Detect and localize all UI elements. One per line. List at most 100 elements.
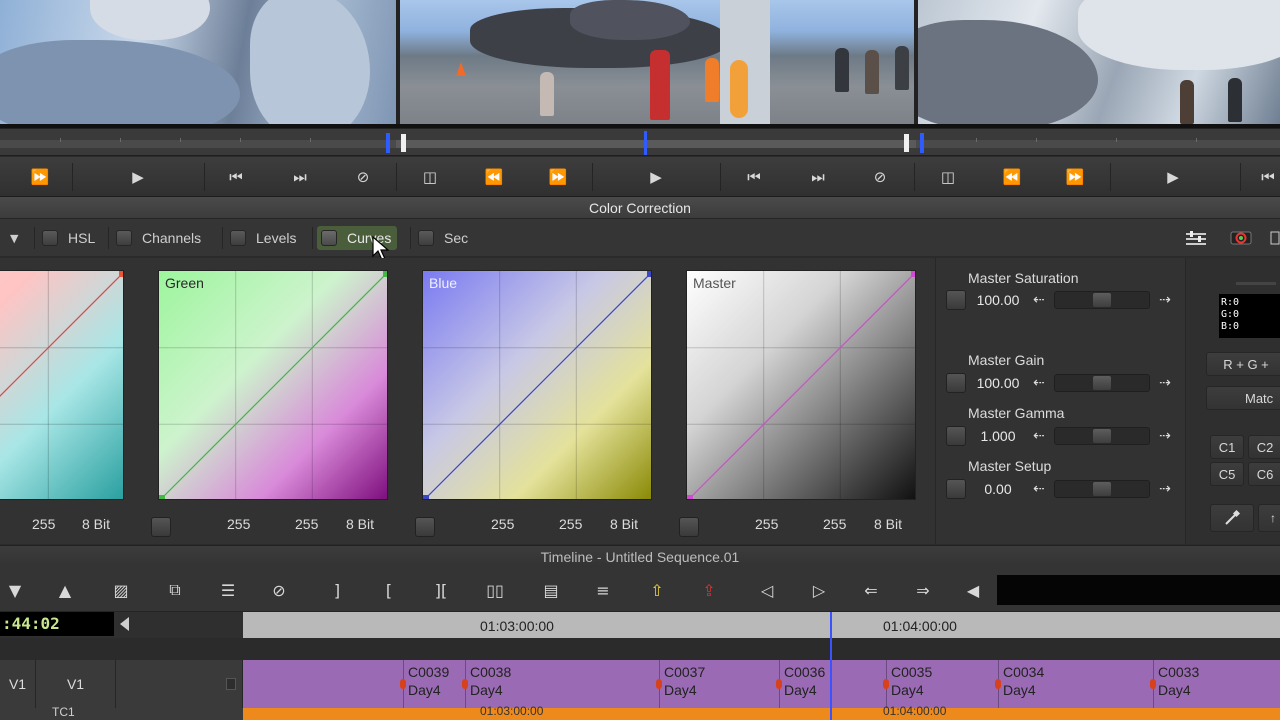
slider-knob[interactable] xyxy=(1093,482,1111,496)
tab-sec[interactable]: Sec xyxy=(418,226,468,250)
master-control-checkbox[interactable] xyxy=(946,426,966,446)
timeline-clip[interactable]: C0036 Day4 xyxy=(779,660,886,708)
arrow-right-icon[interactable]: ⇢ xyxy=(1156,481,1174,497)
levels-enable-checkbox[interactable] xyxy=(230,230,246,246)
clip-edit-point[interactable] xyxy=(776,679,782,689)
grid-icon[interactable] xyxy=(1270,226,1280,250)
extra-tool-button[interactable]: ↑ xyxy=(1258,504,1280,532)
expand-tracks-icon[interactable]: ≡ xyxy=(588,578,618,602)
track-record-label[interactable]: V1 xyxy=(0,660,36,708)
master-control-checkbox[interactable] xyxy=(946,373,966,393)
blue-curve-graph[interactable]: Blue xyxy=(422,270,652,500)
gang-icon[interactable]: ▨ xyxy=(106,578,136,602)
master-control-value[interactable]: 100.00 xyxy=(966,292,1030,308)
record-position-indicator[interactable] xyxy=(644,131,647,155)
rewind-icon[interactable]: ⏪ xyxy=(478,164,510,190)
color-wheel-icon[interactable] xyxy=(1230,226,1252,250)
fast-forward-preview-icon[interactable]: ⏩ xyxy=(1059,164,1091,190)
c5-button[interactable]: C5 xyxy=(1210,462,1244,486)
slider-knob[interactable] xyxy=(1093,293,1111,307)
record-scrub-bar[interactable] xyxy=(396,128,916,156)
c1-button[interactable]: C1 xyxy=(1210,435,1244,459)
clip-edit-point[interactable] xyxy=(995,679,1001,689)
go-to-out-icon[interactable]: ⏭ xyxy=(284,164,316,190)
green-reset-checkbox[interactable] xyxy=(151,517,171,537)
clip-edit-point[interactable] xyxy=(656,679,662,689)
blue-reset-checkbox[interactable] xyxy=(415,517,435,537)
preview-scrub-bar[interactable] xyxy=(916,128,1280,156)
tab-levels[interactable]: Levels xyxy=(230,226,296,250)
sync-lock-icon[interactable]: ☰ xyxy=(213,578,243,602)
split-view-icon[interactable]: ◫ xyxy=(414,164,446,190)
tab-hsl[interactable]: HSL xyxy=(42,226,95,250)
play-record-icon[interactable]: ▶ xyxy=(640,164,672,190)
sec-enable-checkbox[interactable] xyxy=(418,230,434,246)
rewind-preview-icon[interactable]: ⏪ xyxy=(996,164,1028,190)
match-button[interactable]: Matc xyxy=(1206,386,1280,410)
timeline-clip[interactable]: C0035 Day4 xyxy=(886,660,998,708)
trim-right-icon[interactable]: ▷ xyxy=(804,578,834,602)
play-preview-icon[interactable]: ▶ xyxy=(1157,164,1189,190)
master-curve-graph[interactable]: Master xyxy=(686,270,916,500)
slider-knob[interactable] xyxy=(1093,376,1111,390)
fast-forward-icon[interactable]: ⏩ xyxy=(24,164,56,190)
arrow-left-icon[interactable]: ⇠ xyxy=(1030,428,1048,444)
curves-enable-checkbox[interactable] xyxy=(321,230,337,246)
clip-edit-point[interactable] xyxy=(400,679,406,689)
clear-in-out-icon[interactable]: ⊘ xyxy=(264,578,294,602)
timeline-clip[interactable]: C0038 Day4 xyxy=(465,660,659,708)
rg-button[interactable]: R + G + xyxy=(1206,352,1280,376)
master-control-slider[interactable] xyxy=(1054,374,1150,392)
go-to-in-record-icon[interactable]: ⏮ xyxy=(738,164,770,190)
master-control-slider[interactable] xyxy=(1054,291,1150,309)
arrow-left-icon[interactable]: ⇠ xyxy=(1030,292,1048,308)
master-control-value[interactable]: 1.000 xyxy=(966,428,1030,444)
red-curve-graph[interactable] xyxy=(0,270,124,500)
timeline-clip[interactable]: C0039 Day4 xyxy=(403,660,465,708)
timeline-clip[interactable]: C0033 Day4 xyxy=(1153,660,1280,708)
master-control-checkbox[interactable] xyxy=(946,290,966,310)
go-to-in-icon[interactable]: ⏮ xyxy=(220,164,252,190)
timeline-clip[interactable]: C0037 Day4 xyxy=(659,660,779,708)
step-down-icon[interactable]: ▼ xyxy=(0,578,30,602)
collapse-tracks-icon[interactable]: ▤ xyxy=(536,578,566,602)
master-control-slider[interactable] xyxy=(1054,480,1150,498)
fast-forward-record-icon[interactable]: ⏩ xyxy=(542,164,574,190)
slider-knob[interactable] xyxy=(1093,429,1111,443)
panel-menu-button[interactable]: ▼ xyxy=(10,226,18,250)
audio-icon[interactable]: ◀ xyxy=(958,578,988,602)
clip-edit-point[interactable] xyxy=(462,679,468,689)
ruler-track[interactable]: 01:03:00:00 01:04:00:00 xyxy=(243,612,1280,638)
timeline-ruler[interactable]: :44:02 01:03:00:00 01:04:00:00 xyxy=(0,612,1280,638)
hsl-enable-checkbox[interactable] xyxy=(42,230,58,246)
clip-edit-point[interactable] xyxy=(1150,679,1156,689)
mark-clip-icon[interactable]: ][ xyxy=(426,578,456,602)
split-view-preview-icon[interactable]: ◫ xyxy=(932,164,964,190)
eyedropper-button[interactable] xyxy=(1210,504,1254,532)
extract-icon[interactable]: ⇪ xyxy=(694,578,724,602)
lift-icon[interactable]: ⇧ xyxy=(642,578,672,602)
timeline-clip[interactable]: C0034 Day4 xyxy=(998,660,1153,708)
timeline-left-arrow-icon[interactable] xyxy=(120,617,129,631)
source-scrub-bar[interactable] xyxy=(0,128,396,156)
track-source-label[interactable]: V1 xyxy=(36,660,116,708)
c6-button[interactable]: C6 xyxy=(1248,462,1280,486)
master-control-value[interactable]: 100.00 xyxy=(966,375,1030,391)
green-curve-graph[interactable]: Green xyxy=(158,270,388,500)
settings-sliders-icon[interactable] xyxy=(1184,226,1208,250)
snap-icon[interactable]: ▯▯ xyxy=(480,578,510,602)
channels-enable-checkbox[interactable] xyxy=(116,230,132,246)
clear-marks-icon[interactable]: ⊘ xyxy=(347,164,379,190)
play-icon[interactable]: ▶ xyxy=(122,164,154,190)
track-monitor-icon[interactable] xyxy=(226,678,236,690)
master-control-value[interactable]: 0.00 xyxy=(966,481,1030,497)
mark-in-icon[interactable]: [ xyxy=(374,578,404,602)
clear-marks-record-icon[interactable]: ⊘ xyxy=(864,164,896,190)
splice-in-icon[interactable]: ⇐ xyxy=(856,578,886,602)
arrow-left-icon[interactable]: ⇠ xyxy=(1030,481,1048,497)
timeline-playhead[interactable] xyxy=(830,612,832,720)
go-to-in-preview-icon[interactable]: ⏮ xyxy=(1252,164,1280,190)
step-up-icon[interactable]: ▲ xyxy=(50,578,80,602)
trim-left-icon[interactable]: ◁ xyxy=(752,578,782,602)
master-control-slider[interactable] xyxy=(1054,427,1150,445)
